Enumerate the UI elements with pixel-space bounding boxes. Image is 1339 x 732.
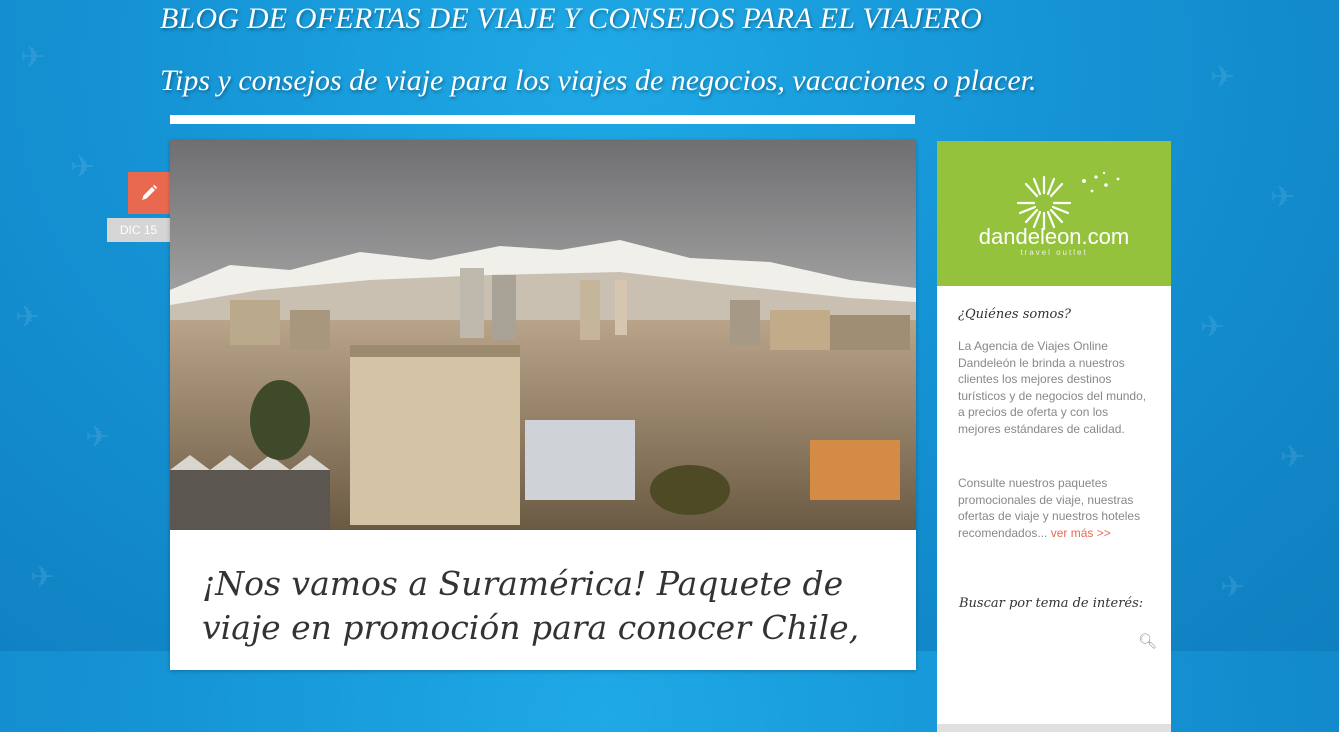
post-card: ¡Nos vamos a Suramérica! Paquete de viaj… (170, 140, 916, 670)
promo-paragraph: Consulte nuestros paquetes promocionales… (958, 475, 1154, 541)
search-label: Buscar por tema de interés: (959, 596, 1144, 611)
plane-pattern-icon: ✈ (1270, 180, 1296, 215)
plane-pattern-icon: ✈ (85, 420, 111, 455)
plane-pattern-icon: ✈ (1210, 60, 1236, 95)
widget-divider (937, 724, 1171, 732)
post-date-badge: DIC 15 (107, 218, 170, 242)
logo-tagline: travel outlet (1020, 248, 1087, 257)
header-divider (170, 115, 915, 124)
promo-text: Consulte nuestros paquetes promocionales… (958, 476, 1141, 540)
plane-pattern-icon: ✈ (70, 150, 96, 185)
blog-title[interactable]: BLOG DE OFERTAS DE VIAJE Y CONSEJOS PARA… (160, 2, 982, 36)
logo-text: dandeleon.com (979, 224, 1129, 249)
dandeleon-logo: dandeleon.com travel outlet (979, 171, 1129, 257)
plane-pattern-icon: ✈ (20, 40, 46, 75)
about-heading: ¿Quiénes somos? (958, 307, 1072, 322)
plane-pattern-icon: ✈ (1280, 440, 1306, 475)
post-title[interactable]: ¡Nos vamos a Suramérica! Paquete de viaj… (202, 562, 892, 650)
sidebar: dandeleon.com travel outlet ¿Quiénes som… (937, 141, 1171, 732)
plane-pattern-icon: ✈ (30, 560, 56, 595)
search-input[interactable]: 🔍︎ (937, 626, 1171, 666)
about-text: La Agencia de Viajes Online Dandeleón le… (958, 339, 1147, 436)
ver-mas-link[interactable]: ver más >> (1051, 526, 1111, 540)
dandeleon-logo-banner[interactable]: dandeleon.com travel outlet (937, 141, 1171, 286)
blog-description: Tips y consejos de viaje para los viajes… (160, 64, 1037, 97)
plane-pattern-icon: ✈ (1200, 310, 1226, 345)
plane-pattern-icon: ✈ (15, 300, 41, 335)
plane-pattern-icon: ✈ (1220, 570, 1246, 605)
search-icon[interactable]: 🔍︎ (1138, 632, 1157, 650)
post-featured-image[interactable] (170, 140, 916, 530)
pencil-icon (142, 184, 158, 200)
edit-post-button[interactable] (128, 172, 170, 214)
